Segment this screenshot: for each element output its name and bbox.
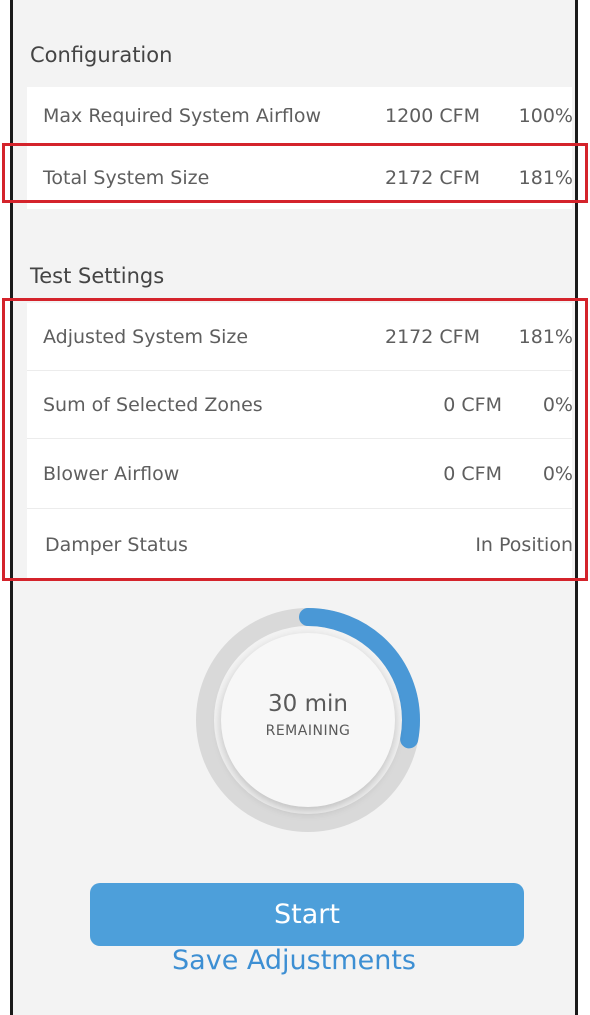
timer-label: REMAINING <box>265 723 351 739</box>
highlight-box-test-settings <box>2 298 588 581</box>
list-item: Max Required System Airflow 1200 CFM 100… <box>27 87 573 146</box>
configuration-header: Configuration <box>30 43 173 67</box>
row-percent: 100% <box>518 105 573 127</box>
timer-face <box>221 633 395 807</box>
start-button[interactable]: Start <box>90 883 524 946</box>
countdown-timer: 30 min REMAINING <box>193 605 423 835</box>
highlight-box-total-system-size <box>2 143 588 203</box>
test-settings-header: Test Settings <box>30 264 165 288</box>
row-label: Max Required System Airflow <box>43 105 322 127</box>
timer-value: 30 min <box>268 691 348 717</box>
save-adjustments-link[interactable]: Save Adjustments <box>13 945 575 976</box>
row-cfm: 1200 CFM <box>385 105 480 127</box>
